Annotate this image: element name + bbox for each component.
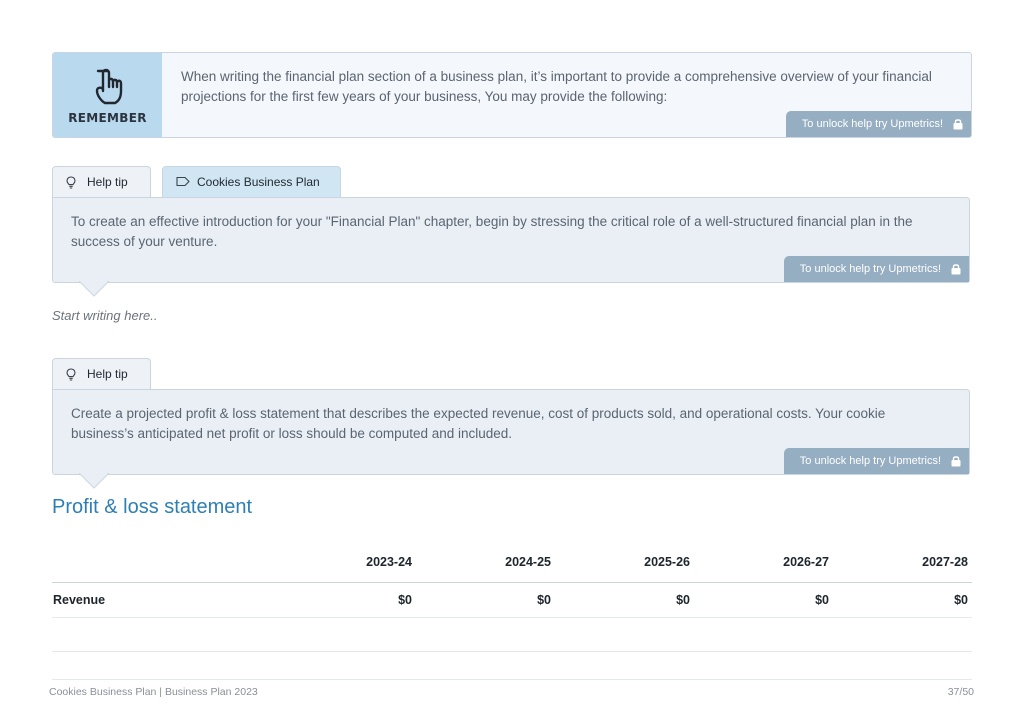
- lightbulb-icon: [66, 368, 76, 381]
- lock-icon: [953, 119, 963, 130]
- unlock-label: To unlock help try Upmetrics!: [799, 263, 941, 275]
- tab-help-tip[interactable]: Help tip: [52, 166, 151, 197]
- remember-callout: REMEMBER When writing the financial plan…: [52, 52, 972, 138]
- help-tip-panel: Create a projected profit & loss stateme…: [52, 389, 970, 489]
- help-tip-panel: To create an effective introduction for …: [52, 197, 970, 297]
- pointing-hand-icon: [95, 68, 123, 105]
- lock-icon: [951, 264, 961, 275]
- table-cell: $0: [398, 593, 412, 607]
- row-label: Revenue: [53, 593, 106, 607]
- column-header: 2023-24: [366, 555, 412, 569]
- unlock-label: To unlock help try Upmetrics!: [801, 118, 943, 130]
- table-cell: $0: [954, 593, 968, 607]
- column-header: 2027-28: [922, 555, 968, 569]
- table-row: Revenue $0 $0 $0 $0 $0: [52, 586, 972, 620]
- unlock-upmetrics-button[interactable]: To unlock help try Upmetrics!: [783, 448, 969, 474]
- unlock-label: To unlock help try Upmetrics!: [799, 455, 941, 467]
- tip-pointer: [79, 281, 109, 297]
- help-tip-text: Create a projected profit & loss stateme…: [71, 406, 886, 441]
- lock-icon: [951, 456, 961, 467]
- table-divider: [52, 679, 972, 680]
- column-header: 2025-26: [644, 555, 690, 569]
- footer-document-title: Cookies Business Plan | Business Plan 20…: [49, 686, 258, 698]
- remember-text: When writing the financial plan section …: [181, 69, 932, 104]
- tab-cookies-business-plan[interactable]: Cookies Business Plan: [162, 166, 341, 197]
- unlock-upmetrics-button[interactable]: To unlock help try Upmetrics!: [785, 111, 971, 137]
- editor-placeholder[interactable]: Start writing here..: [52, 308, 158, 323]
- tab-help-tip-label: Help tip: [87, 367, 128, 381]
- table-cell: $0: [815, 593, 829, 607]
- column-header: 2024-25: [505, 555, 551, 569]
- section-title: Profit & loss statement: [52, 496, 253, 518]
- help-tip-text: To create an effective introduction for …: [71, 214, 913, 249]
- tab-help-tip[interactable]: Help tip: [52, 358, 151, 389]
- table-divider: [52, 617, 972, 618]
- table-divider: [52, 582, 972, 583]
- tab-help-tip-label: Help tip: [87, 175, 128, 189]
- column-header: 2026-27: [783, 555, 829, 569]
- tip-pointer: [79, 473, 109, 489]
- table-cell: $0: [537, 593, 551, 607]
- table-cell: $0: [676, 593, 690, 607]
- unlock-upmetrics-button[interactable]: To unlock help try Upmetrics!: [783, 256, 969, 282]
- remember-label: REMEMBER: [68, 111, 147, 125]
- footer-page-number: 37/50: [947, 686, 974, 698]
- lightbulb-icon: [66, 176, 76, 189]
- table-divider: [52, 651, 972, 652]
- remember-sidebar: REMEMBER: [53, 53, 162, 137]
- tab-cookies-business-plan-label: Cookies Business Plan: [197, 175, 320, 189]
- tag-icon: [176, 176, 190, 187]
- table-header-row: 2023-24 2024-25 2025-26 2026-27 2027-28: [52, 548, 972, 582]
